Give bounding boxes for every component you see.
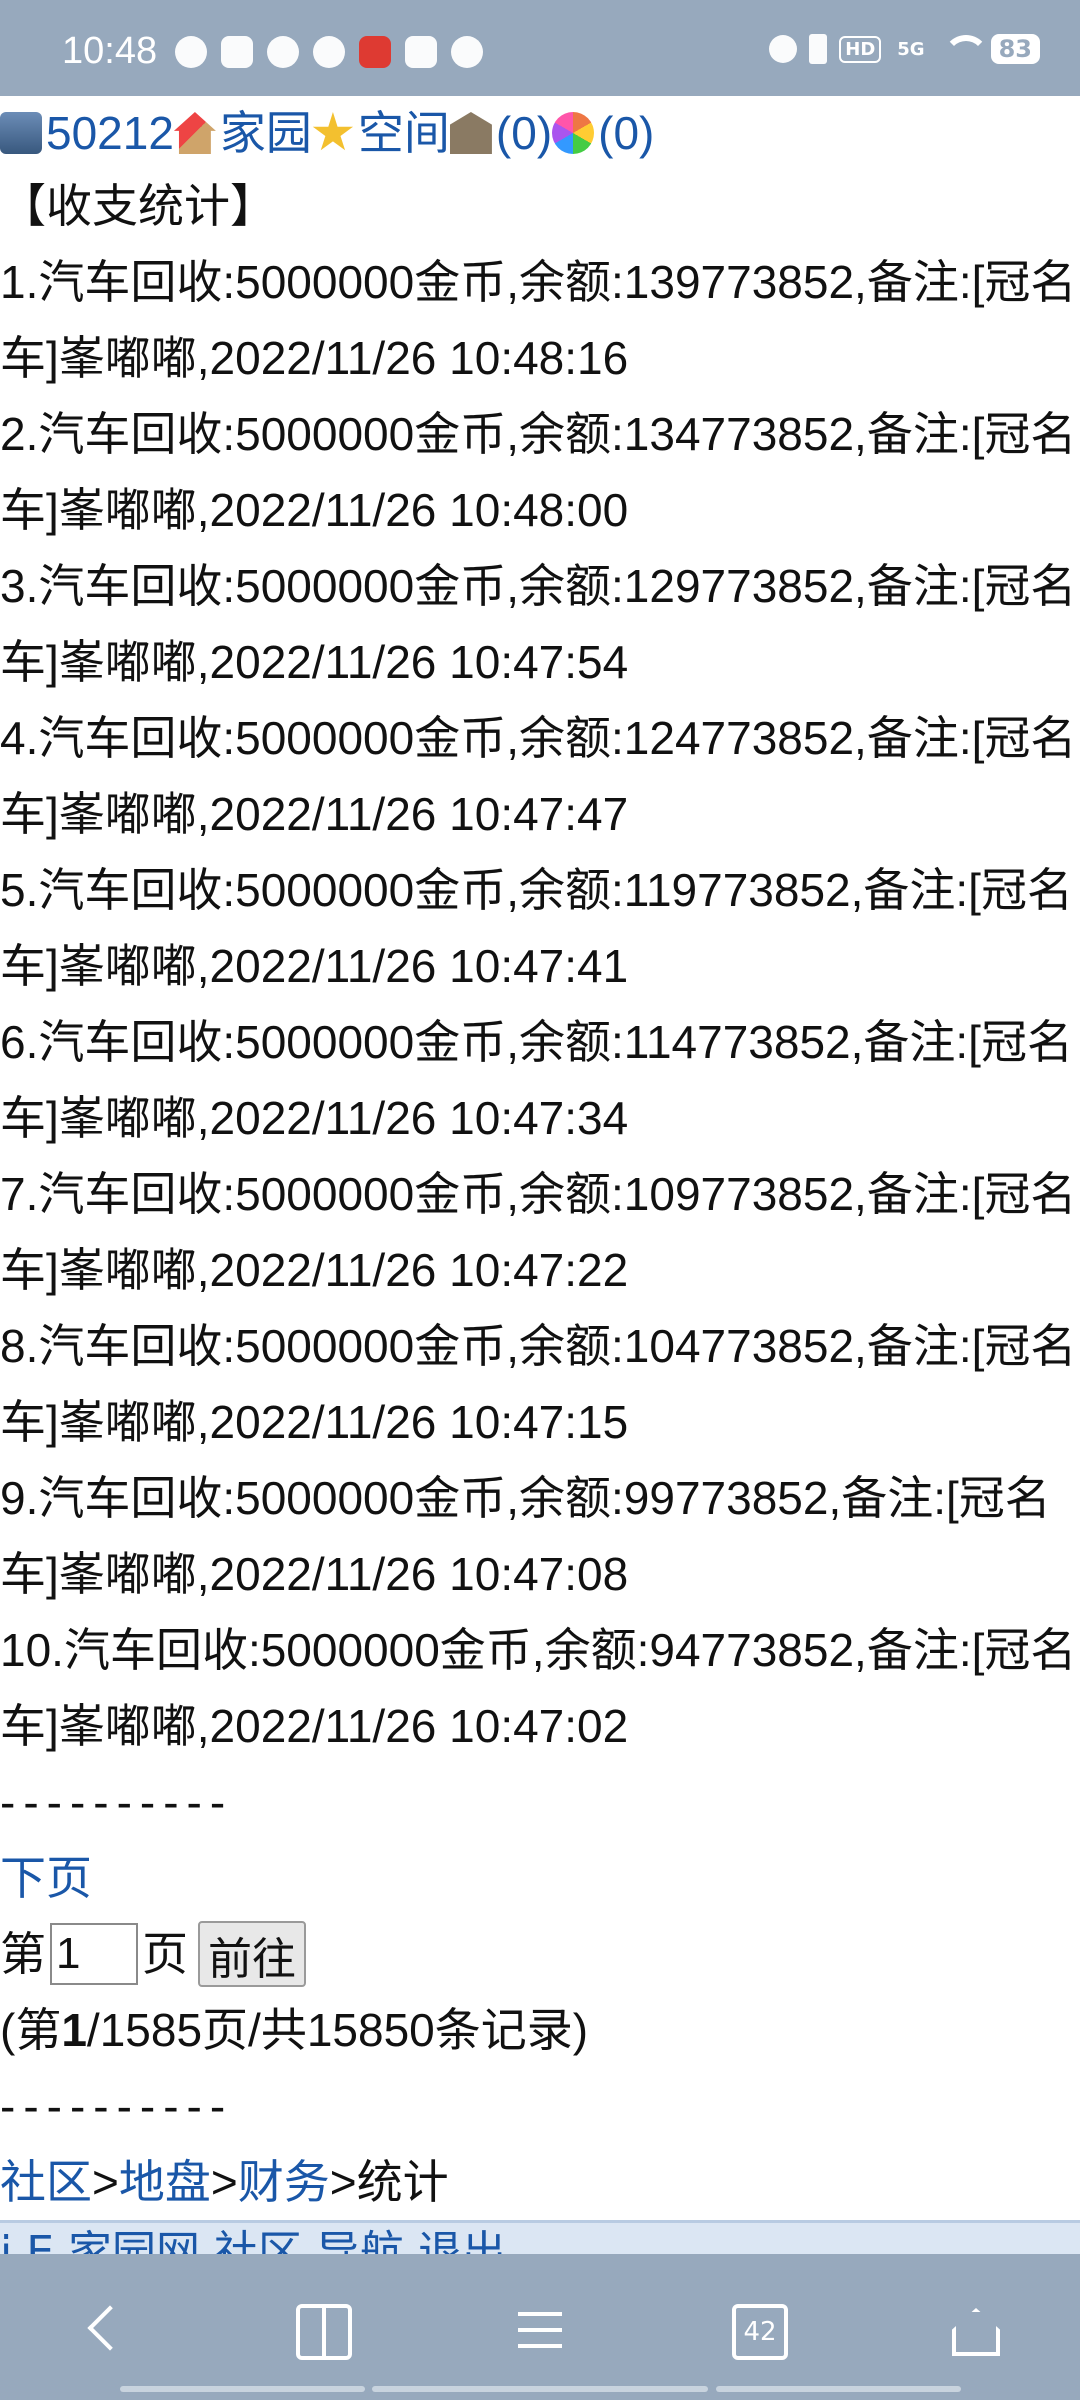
compass-icon: [267, 36, 299, 68]
section-title: 【收支统计】: [0, 180, 276, 232]
5g-icon: 5G: [897, 38, 925, 60]
alarm-icon: [769, 35, 798, 63]
system-icons: HD 5G 83: [769, 34, 1040, 64]
vibrate-icon: [809, 34, 828, 64]
battery-icon: 83: [990, 34, 1040, 64]
page-number-input[interactable]: [50, 1923, 138, 1985]
list-item: 3.汽车回收:5000000金币,余额:129773852,备注:[冠名车]峯嘟…: [0, 560, 1077, 688]
status-time: 10:48: [62, 30, 158, 72]
gesture-bar: [716, 2386, 961, 2392]
home-link[interactable]: 家园: [220, 98, 312, 168]
notification-icons: [175, 36, 483, 68]
goto-suffix: 页: [142, 1928, 188, 1980]
breadcrumb: 社区>地盘>财务>统计: [0, 2144, 1080, 2220]
bookmarks-icon[interactable]: [296, 2304, 352, 2360]
list-item: 7.汽车回收:5000000金币,余额:109773852,备注:[冠名车]峯嘟…: [0, 1168, 1077, 1296]
gesture-bar: [120, 2386, 365, 2392]
flower-icon: [552, 112, 595, 154]
breadcrumb-finance[interactable]: 财务: [238, 2156, 330, 2208]
hd-icon: HD: [839, 35, 882, 63]
message-link[interactable]: (0): [598, 98, 654, 168]
back-icon[interactable]: [80, 2304, 136, 2360]
top-links: 50212 家园 空间 (0) (0): [0, 98, 1080, 168]
go-button[interactable]: 前往: [198, 1921, 306, 1987]
user-icon: [0, 112, 42, 154]
list-item: 6.汽车回收:5000000金币,余额:114773852,备注:[冠名车]峯嘟…: [0, 1016, 1073, 1144]
browser-nav-bar: 42: [0, 2254, 1080, 2400]
footer-bar: i.E 家园网 社区 导航 退出: [0, 2220, 1080, 2257]
summary-open: (第: [0, 2004, 62, 2056]
breadcrumb-sep: >: [92, 2156, 119, 2208]
wechat-icon: [175, 36, 207, 68]
breadcrumb-sep: >: [210, 2156, 238, 2208]
list-item: 5.汽车回收:5000000金币,余额:119773852,备注:[冠名车]峯嘟…: [0, 864, 1073, 992]
divider: ----------: [0, 2080, 234, 2132]
tabs-icon[interactable]: 42: [732, 2304, 788, 2360]
breadcrumb-sep: >: [329, 2156, 357, 2208]
list-item: 10.汽车回收:5000000金币,余额:94773852,备注:[冠名车]峯嘟…: [0, 1624, 1077, 1752]
list-item: 1.汽车回收:5000000金币,余额:139773852,备注:[冠名车]峯嘟…: [0, 256, 1077, 384]
video-icon: [221, 36, 253, 68]
pager: 下页: [0, 1840, 1080, 1916]
breadcrumb-territory[interactable]: 地盘: [119, 2156, 211, 2208]
goto-prefix: 第: [0, 1928, 46, 1980]
footer-links[interactable]: i.E 家园网 社区 导航 退出: [0, 2227, 506, 2257]
summary-rest: /1585页/共15850条记录): [86, 2004, 589, 2056]
record-list: 1.汽车回收:5000000金币,余额:139773852,备注:[冠名车]峯嘟…: [0, 244, 1080, 1764]
list-item: 4.汽车回收:5000000金币,余额:124773852,备注:[冠名车]峯嘟…: [0, 712, 1077, 840]
game-icon: [451, 36, 483, 68]
next-page-link[interactable]: 下页: [0, 1852, 92, 1904]
home-icon[interactable]: [948, 2304, 1004, 2360]
page-summary: (第1/1585页/共15850条记录): [0, 1992, 1080, 2068]
list-item: 2.汽车回收:5000000金币,余额:134773852,备注:[冠名车]峯嘟…: [0, 408, 1077, 536]
wifi-icon: [941, 35, 989, 63]
star-icon: [312, 112, 354, 151]
gesture-bar: [372, 2386, 708, 2392]
list-item: 9.汽车回收:5000000金币,余额:99773852,备注:[冠名车]峯嘟嘟…: [0, 1472, 1051, 1600]
menu-icon[interactable]: [512, 2304, 568, 2360]
divider: ----------: [0, 1776, 234, 1828]
status-bar: 10:48 HD 5G 83: [0, 0, 1080, 96]
mail-icon: [405, 36, 437, 68]
bank-icon: [449, 112, 492, 154]
page-jump: 第 页 前往: [0, 1916, 1080, 1992]
house-icon: [173, 112, 216, 154]
user-id-link[interactable]: 50212: [46, 98, 174, 168]
chat-icon: [313, 36, 345, 68]
breadcrumb-current: 统计: [356, 2156, 449, 2208]
breadcrumb-community[interactable]: 社区: [0, 2156, 92, 2208]
summary-current-page: 1: [61, 2004, 87, 2056]
list-item: 8.汽车回收:5000000金币,余额:104773852,备注:[冠名车]峯嘟…: [0, 1320, 1077, 1448]
bank-link[interactable]: (0): [496, 98, 552, 168]
page-content: 50212 家园 空间 (0) (0) 【收支统计】 1.汽车回收:500000…: [0, 98, 1080, 2220]
space-link[interactable]: 空间: [358, 98, 450, 168]
netease-music-icon: [359, 36, 391, 68]
